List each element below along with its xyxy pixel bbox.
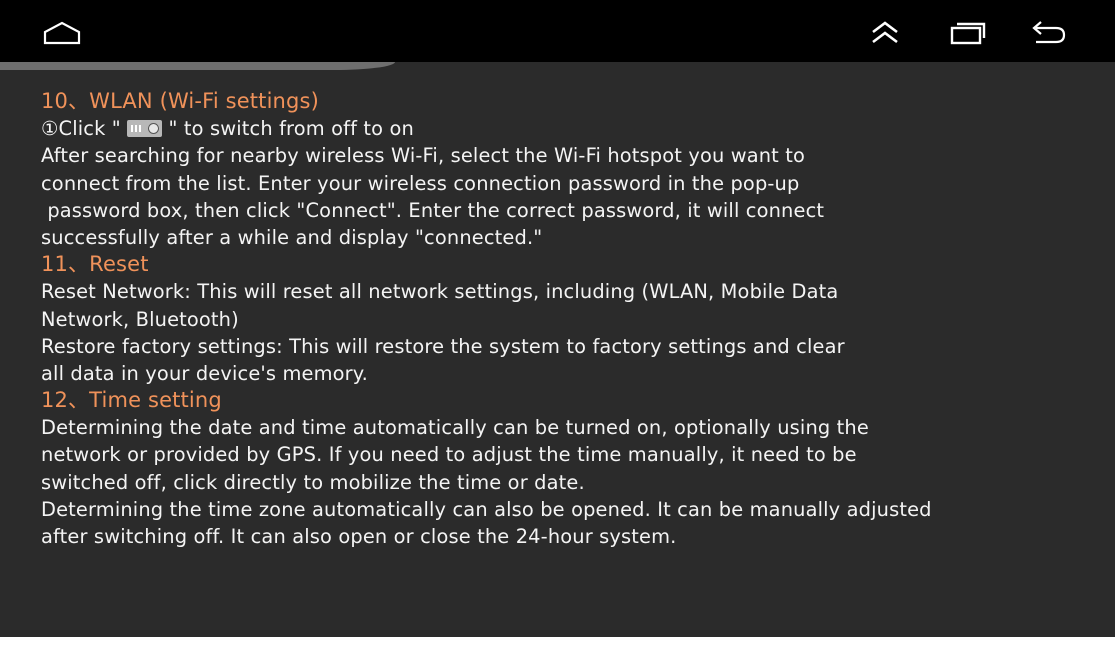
- time-text-line: Determining the date and time automatica…: [41, 416, 869, 440]
- time-text-line: Determining the time zone automatically …: [41, 497, 932, 521]
- section-heading-reset: 11、Reset: [41, 252, 149, 277]
- wlan-text-line: password box, then click "Connect". Ente…: [41, 198, 825, 222]
- reset-text-line: all data in your device's memory.: [41, 361, 368, 385]
- time-text-line: network or provided by GPS. If you need …: [41, 443, 857, 467]
- help-content: 10、WLAN (Wi-Fi settings) ①Click " " to s…: [41, 88, 1111, 550]
- step-suffix: " to switch from off to on: [162, 117, 414, 141]
- wlan-text-line: successfully after a while and display "…: [41, 225, 543, 249]
- time-text-line: after switching off. It can also open or…: [41, 525, 677, 548]
- recent-apps-button[interactable]: [948, 16, 988, 50]
- section-heading-time: 12、Time setting: [41, 388, 222, 413]
- back-button[interactable]: [1028, 16, 1068, 50]
- recent-apps-icon: [950, 22, 986, 45]
- navigation-bar: [0, 0, 1115, 62]
- step-prefix: ①Click ": [41, 117, 128, 141]
- toggle-switch-icon: [127, 119, 163, 137]
- home-button[interactable]: [42, 16, 82, 50]
- reset-text-line: Network, Bluetooth): [41, 307, 239, 331]
- home-outline-icon: [43, 21, 81, 45]
- reset-text-line: Restore factory settings: This will rest…: [41, 334, 845, 358]
- wlan-step-line: ①Click " " to switch from off to on: [41, 115, 1111, 142]
- expand-up-button[interactable]: [865, 16, 905, 50]
- time-text-line: switched off, click directly to mobilize…: [41, 470, 585, 494]
- wlan-text-line: After searching for nearby wireless Wi-F…: [41, 144, 806, 168]
- back-arrow-icon: [1032, 21, 1066, 44]
- wlan-text-line: connect from the list. Enter your wirele…: [41, 171, 800, 195]
- reset-text-line: Reset Network: This will reset all netwo…: [41, 280, 839, 304]
- header-tab-shape: [0, 62, 395, 70]
- double-chevron-up-icon: [872, 21, 898, 44]
- section-heading-wlan: 10、WLAN (Wi-Fi settings): [41, 89, 319, 113]
- settings-help-screen: 10、WLAN (Wi-Fi settings) ①Click " " to s…: [0, 0, 1115, 637]
